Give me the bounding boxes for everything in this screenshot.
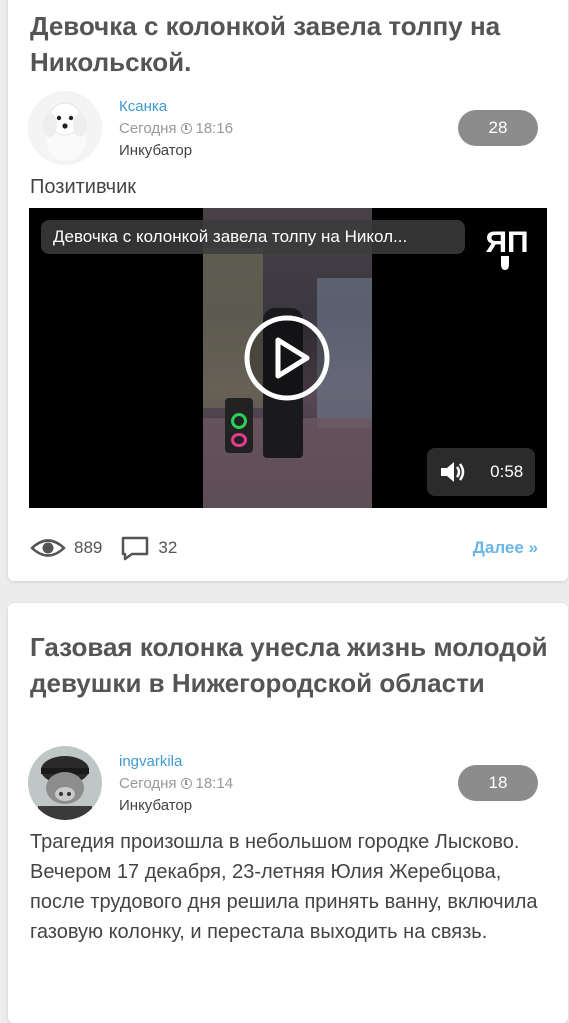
- time-label: Сегодня: [119, 120, 177, 137]
- community-link[interactable]: Инкубатор: [119, 142, 192, 159]
- author-link[interactable]: Ксанка: [119, 98, 167, 115]
- post-text: Трагедия произошла в небольшом городке Л…: [30, 831, 538, 943]
- time-label: Сегодня: [119, 775, 177, 792]
- video-player[interactable]: Девочка с колонкой завела толпу на Никол…: [29, 208, 547, 508]
- post-title[interactable]: Девочка с колонкой завела толпу на Никол…: [30, 8, 550, 80]
- community-link[interactable]: Инкубатор: [119, 797, 192, 814]
- clock-icon: [180, 778, 192, 789]
- rating-badge[interactable]: 18: [458, 765, 538, 801]
- avatar[interactable]: [28, 746, 102, 820]
- comment-icon[interactable]: [120, 535, 150, 561]
- clock-icon: [180, 123, 192, 134]
- views-count: 889: [74, 538, 103, 557]
- read-more-link[interactable]: Далее »: [473, 538, 538, 558]
- rating-badge[interactable]: 28: [458, 110, 538, 146]
- avatar[interactable]: [28, 91, 102, 165]
- author-link[interactable]: ingvarkila: [119, 753, 182, 770]
- dog-avatar-image: [28, 91, 102, 165]
- post-stats: 889 32: [30, 535, 177, 561]
- video-controls[interactable]: 0:58: [427, 448, 535, 496]
- post-card: Газовая колонка унесла жизнь молодой дев…: [8, 603, 568, 1023]
- logo-text: ЯП: [485, 226, 528, 259]
- post-card: Девочка с колонкой завела толпу на Никол…: [8, 0, 568, 581]
- comments-count[interactable]: 32: [158, 538, 177, 558]
- post-time: Сегодня 18:16: [119, 120, 233, 137]
- post-title[interactable]: Газовая колонка унесла жизнь молодой дев…: [30, 629, 550, 701]
- speaker-icon[interactable]: [439, 460, 467, 484]
- post-lead: Позитивчик: [30, 176, 137, 198]
- time-value: 18:16: [195, 120, 234, 137]
- play-icon[interactable]: [243, 314, 331, 402]
- soldier-pig-avatar-image: [28, 746, 102, 820]
- time-value: 18:14: [195, 775, 234, 792]
- video-title[interactable]: Девочка с колонкой завела толпу на Никол…: [41, 220, 465, 254]
- eye-icon: [30, 539, 66, 557]
- video-duration: 0:58: [490, 462, 524, 481]
- post-time: Сегодня 18:14: [119, 775, 233, 792]
- yap-logo-icon: ЯП: [485, 226, 529, 270]
